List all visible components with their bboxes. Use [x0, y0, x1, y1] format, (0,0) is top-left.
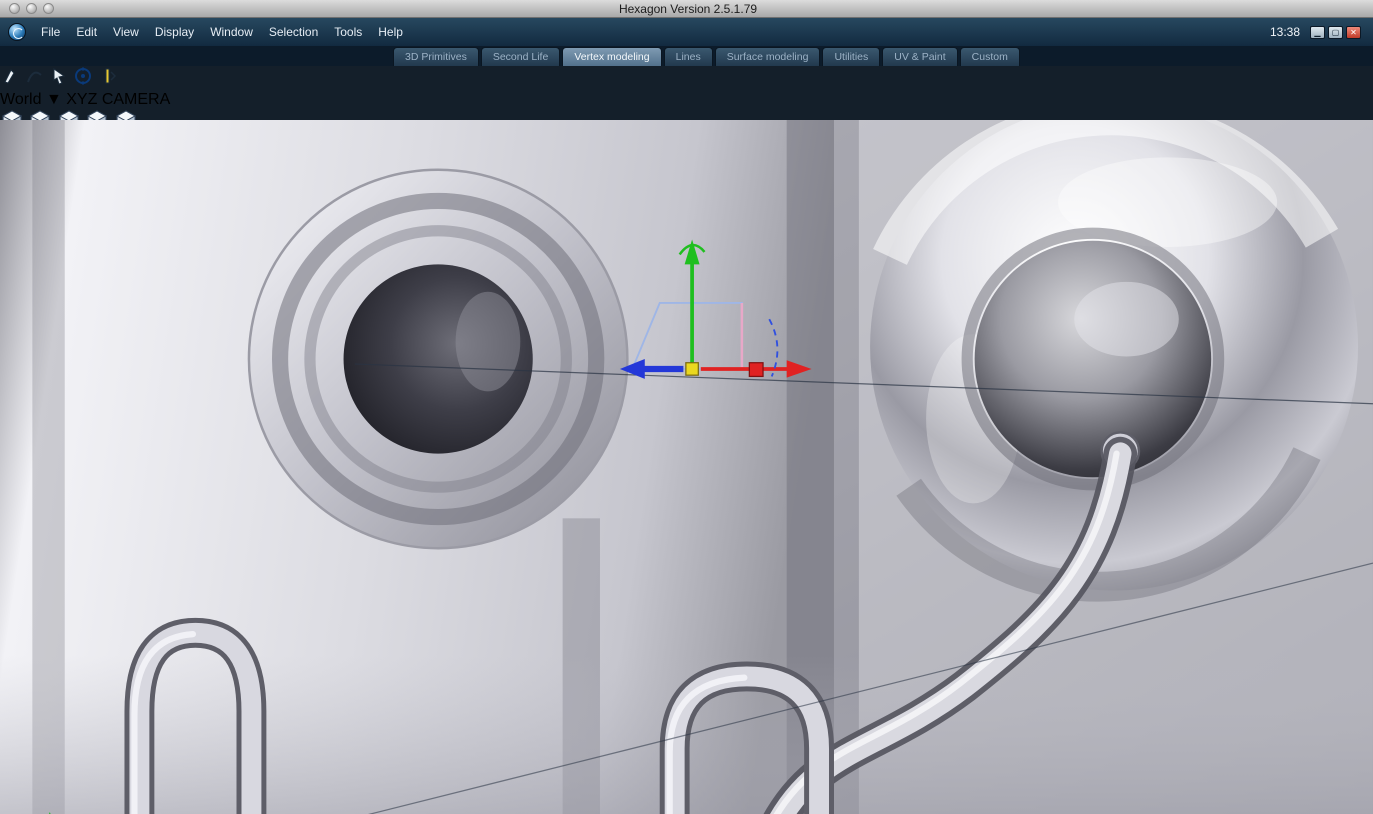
menu-edit[interactable]: Edit — [68, 21, 105, 43]
hexagon-app-window: Hexagon Version 2.5.1.79 File Edit View … — [0, 0, 1373, 814]
app-window-buttons: ▁ ▢ ✕ — [1310, 25, 1365, 39]
app-maximize-icon[interactable]: ▢ — [1328, 25, 1343, 39]
menu-window[interactable]: Window — [202, 21, 261, 43]
menu-bar: File Edit View Display Window Selection … — [0, 18, 1373, 46]
selection-tools-group: World ▼ XYZ CAMERA — [0, 66, 1373, 109]
tab-uv-paint[interactable]: UV & Paint — [882, 47, 958, 66]
window-title: Hexagon Version 2.5.1.79 — [618, 1, 758, 16]
tab-surface-modeling[interactable]: Surface modeling — [714, 47, 821, 66]
tab-lines[interactable]: Lines — [663, 47, 713, 66]
clock: 13:38 — [1269, 25, 1300, 39]
tab-second-life[interactable]: Second Life — [480, 47, 561, 66]
tool-tab-bar: 3D Primitives Second Life Vertex modelin… — [0, 46, 1373, 66]
window-titlebar[interactable]: Hexagon Version 2.5.1.79 — [0, 0, 1373, 18]
app-close-icon[interactable]: ✕ — [1346, 25, 1361, 39]
curve-tool-icon[interactable] — [24, 71, 44, 90]
menu-help[interactable]: Help — [370, 21, 411, 43]
world-select-value[interactable]: World — [0, 91, 42, 108]
gizmo-center-handle — [685, 362, 699, 376]
menu-display[interactable]: Display — [147, 21, 202, 43]
camera-button[interactable]: CAMERA — [102, 91, 170, 108]
tab-custom[interactable]: Custom — [959, 47, 1020, 66]
world-select-chevron-icon[interactable]: ▼ — [46, 91, 62, 108]
menu-view[interactable]: View — [105, 21, 147, 43]
pick-tool-icon[interactable] — [49, 68, 69, 90]
tab-vertex-modeling[interactable]: Vertex modeling — [562, 47, 662, 66]
app-minimize-icon[interactable]: ▁ — [1310, 25, 1325, 39]
close-window-button[interactable] — [9, 3, 20, 14]
main-toolbar: World ▼ XYZ CAMERA ✎ LOOP RING BETW — [0, 66, 1373, 120]
viewport-3d-scene[interactable]: yz-900 * — [0, 97, 1373, 814]
zoom-window-button[interactable] — [43, 3, 54, 14]
tab-3d-primitives[interactable]: 3D Primitives — [393, 47, 479, 66]
menu-file[interactable]: File — [33, 21, 68, 43]
xyz-button[interactable]: XYZ — [66, 91, 97, 108]
perspective-viewport[interactable]: yz-900 * Perspective view — [0, 97, 1373, 814]
hexagon-logo-icon — [8, 23, 26, 41]
menu-tools[interactable]: Tools — [326, 21, 370, 43]
minimize-window-button[interactable] — [26, 3, 37, 14]
draw-tool-icon[interactable] — [0, 69, 20, 90]
world-select[interactable]: World ▼ — [0, 91, 66, 108]
tab-utilities[interactable]: Utilities — [822, 47, 881, 66]
menu-selection[interactable]: Selection — [261, 21, 326, 43]
axis-extract-tool-icon[interactable] — [98, 68, 118, 90]
window-controls — [0, 3, 63, 14]
manipulator-tool-icon[interactable] — [73, 67, 93, 90]
porthole-shape — [247, 168, 629, 550]
